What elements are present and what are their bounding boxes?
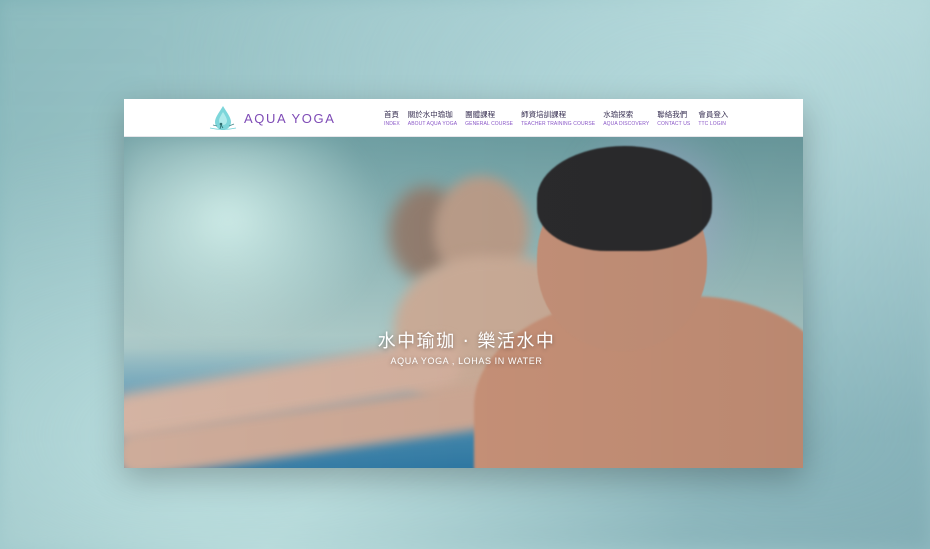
hero-overlay (124, 136, 803, 468)
top-navbar: AQUA YOGA 首頁 INDEX 關於水中瑜珈 ABOUT AQUA YOG… (124, 99, 803, 137)
main-menu: 首頁 INDEX 關於水中瑜珈 ABOUT AQUA YOGA 團體課程 GEN… (384, 110, 728, 128)
nav-label-zh: 水瑜探索 (603, 110, 634, 119)
nav-label-zh: 會員登入 (698, 110, 729, 119)
nav-label-en: TEACHER TRAINING COURSE (521, 121, 596, 127)
nav-item-about[interactable]: 關於水中瑜珈 ABOUT AQUA YOGA (408, 110, 457, 128)
hero-title-zh: 水中瑜珈 · 樂活水中 (377, 331, 556, 352)
nav-label-en: CONTACT US (657, 121, 691, 127)
nav-item-general-course[interactable]: 團體課程 GENERAL COURSE (465, 110, 513, 128)
brand-logo[interactable]: AQUA YOGA (208, 104, 335, 132)
hero-title-en: AQUA YOGA , LOHAS IN WATER (390, 356, 543, 366)
nav-item-index[interactable]: 首頁 INDEX (384, 110, 400, 128)
nav-label-zh: 師資培訓課程 (521, 110, 567, 119)
brand-name: AQUA YOGA (244, 110, 336, 126)
nav-label-zh: 團體課程 (465, 110, 496, 119)
hero-headline: 水中瑜珈 · 樂活水中 AQUA YOGA , LOHAS IN WATER (364, 330, 569, 366)
nav-item-login[interactable]: 會員登入 TTC LOGIN (698, 110, 728, 128)
nav-label-en: AQUA DISCOVERY (603, 121, 650, 127)
nav-item-aqua-discovery[interactable]: 水瑜探索 AQUA DISCOVERY (603, 110, 649, 128)
nav-label-en: ABOUT AQUA YOGA (407, 121, 458, 127)
nav-item-teacher-training[interactable]: 師資培訓課程 TEACHER TRAINING COURSE (521, 110, 595, 128)
nav-label-zh: 首頁 (384, 110, 399, 119)
hero-banner: 水中瑜珈 · 樂活水中 AQUA YOGA , LOHAS IN WATER (124, 136, 803, 468)
website-preview: AQUA YOGA 首頁 INDEX 關於水中瑜珈 ABOUT AQUA YOG… (124, 99, 803, 468)
water-drop-yoga-icon (208, 104, 238, 132)
nav-label-zh: 聯絡我們 (657, 110, 688, 119)
nav-label-en: INDEX (384, 121, 400, 127)
nav-label-en: GENERAL COURSE (465, 121, 514, 127)
nav-label-en: TTC LOGIN (698, 121, 726, 127)
nav-label-zh: 關於水中瑜珈 (407, 110, 453, 119)
nav-item-contact[interactable]: 聯絡我們 CONTACT US (657, 110, 690, 128)
